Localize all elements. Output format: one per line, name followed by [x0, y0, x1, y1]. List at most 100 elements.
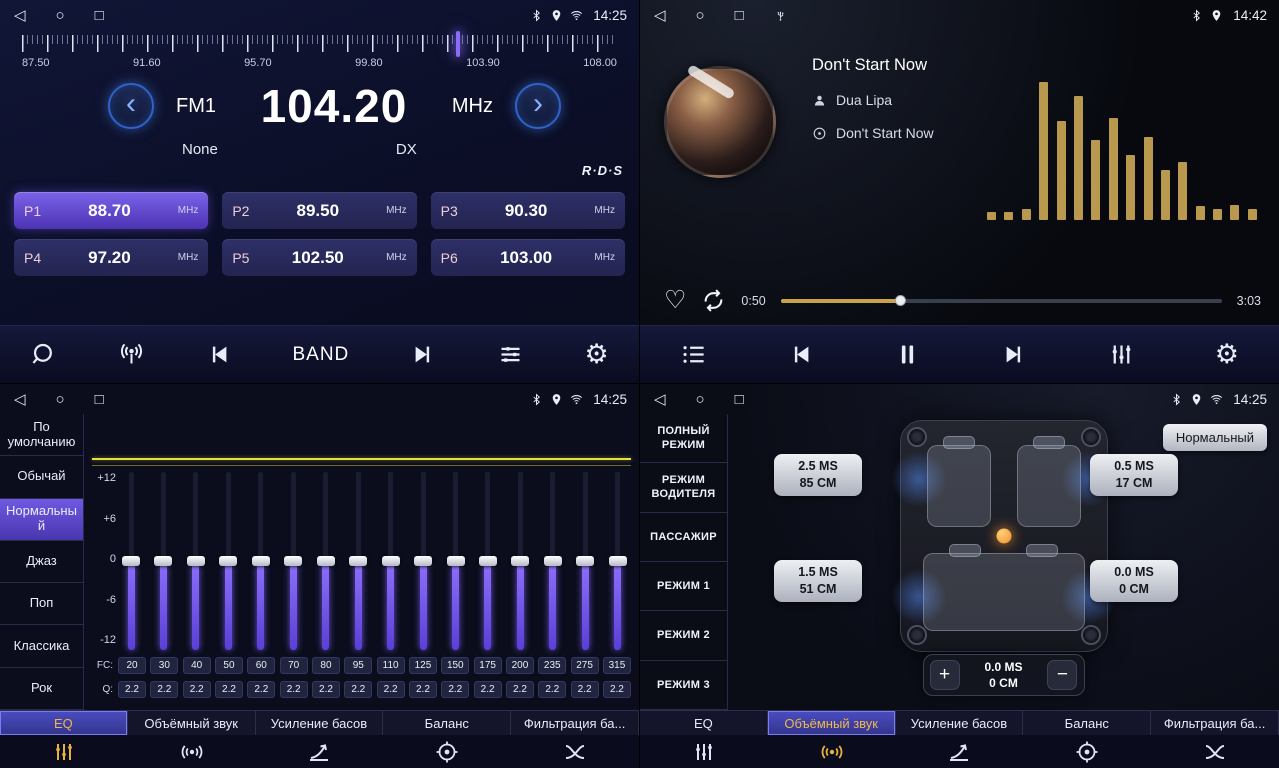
eq-slider-handle[interactable] — [219, 556, 237, 566]
home-button[interactable]: ○ — [56, 7, 65, 24]
tab-eq[interactable]: EQ — [640, 711, 768, 735]
previous-station-icon[interactable] — [205, 341, 232, 368]
balance-icon[interactable] — [383, 740, 511, 764]
back-button[interactable]: ◁ — [14, 6, 26, 24]
progress-bar[interactable] — [781, 299, 1222, 303]
eq-band-slider[interactable] — [248, 472, 274, 650]
eq-band-slider[interactable] — [215, 472, 241, 650]
tab-crossover-filter[interactable]: Фильтрация ба... — [511, 711, 639, 735]
sound-mode-item[interactable]: РЕЖИМ 2 — [640, 611, 727, 660]
band-button[interactable]: BAND — [292, 344, 349, 366]
home-button[interactable]: ○ — [696, 391, 705, 408]
eq-slider-handle[interactable] — [576, 556, 594, 566]
rear-left-delay-chip[interactable]: 1.5 MS 51 CM — [774, 560, 862, 602]
delay-decrease-button[interactable]: − — [1047, 660, 1077, 690]
eq-preset-item[interactable]: По умолчанию — [0, 414, 83, 456]
recents-button[interactable]: □ — [95, 7, 104, 24]
surround-sound-icon[interactable] — [128, 740, 256, 764]
radio-preset-p2[interactable]: P289.50MHz — [222, 192, 416, 229]
pause-icon[interactable] — [894, 341, 921, 368]
repeat-mode-icon[interactable] — [701, 288, 726, 313]
tune-up-button[interactable]: › — [515, 83, 561, 129]
sound-mode-item[interactable]: ПОЛНЫЙ РЕЖИМ — [640, 414, 727, 463]
rear-left-speaker-icon[interactable] — [907, 625, 927, 645]
front-left-delay-chip[interactable]: 2.5 MS 85 CM — [774, 454, 862, 496]
radio-preset-p1[interactable]: P188.70MHz — [14, 192, 208, 229]
eq-band-slider[interactable] — [150, 472, 176, 650]
settings-gear-icon[interactable]: ⚙ — [1215, 341, 1239, 368]
sound-mode-item[interactable]: РЕЖИМ ВОДИТЕЛЯ — [640, 463, 727, 512]
audio-settings-icon[interactable] — [497, 341, 524, 368]
tune-down-button[interactable]: ‹ — [108, 83, 154, 129]
recents-button[interactable]: □ — [95, 391, 104, 408]
equalizer-mixer-icon[interactable] — [1108, 341, 1135, 368]
eq-band-slider[interactable] — [280, 472, 306, 650]
eq-slider-handle[interactable] — [414, 556, 432, 566]
front-right-delay-chip[interactable]: 0.5 MS 17 CM — [1090, 454, 1178, 496]
back-button[interactable]: ◁ — [654, 6, 666, 24]
eq-band-slider[interactable] — [183, 472, 209, 650]
rear-right-speaker-icon[interactable] — [1081, 625, 1101, 645]
bass-boost-icon[interactable] — [256, 740, 384, 764]
tab-bass-boost[interactable]: Усиление басов — [896, 711, 1024, 735]
playlist-icon[interactable] — [680, 341, 707, 368]
eq-slider-handle[interactable] — [154, 556, 172, 566]
sound-mode-item[interactable]: РЕЖИМ 1 — [640, 562, 727, 611]
radio-preset-p5[interactable]: P5102.50MHz — [222, 239, 416, 276]
back-button[interactable]: ◁ — [654, 390, 666, 408]
next-station-icon[interactable] — [410, 341, 437, 368]
tab-bass-boost[interactable]: Усиление басов — [256, 711, 384, 735]
eq-preset-item[interactable]: Классика — [0, 625, 83, 667]
eq-preset-item[interactable]: Рок — [0, 668, 83, 710]
eq-slider-handle[interactable] — [511, 556, 529, 566]
balance-icon[interactable] — [1023, 740, 1151, 764]
tuner-scale[interactable]: 87.5091.6095.7099.80103.90108.00 — [0, 35, 639, 69]
eq-band-slider[interactable] — [443, 472, 469, 650]
back-button[interactable]: ◁ — [14, 390, 26, 408]
eq-sliders-icon[interactable] — [0, 740, 128, 764]
eq-band-slider[interactable] — [313, 472, 339, 650]
eq-band-slider[interactable] — [345, 472, 371, 650]
tab-balance[interactable]: Баланс — [1023, 711, 1151, 735]
delay-increase-button[interactable]: + — [930, 660, 960, 690]
next-track-icon[interactable] — [1001, 341, 1028, 368]
recents-button[interactable]: □ — [735, 391, 744, 408]
tab-surround-sound[interactable]: Объёмный звук — [768, 711, 896, 735]
eq-preset-item[interactable]: Обычай — [0, 456, 83, 498]
eq-preset-item[interactable]: Поп — [0, 583, 83, 625]
tab-eq[interactable]: EQ — [0, 711, 128, 735]
eq-preset-item[interactable]: Джаз — [0, 541, 83, 583]
eq-band-slider[interactable] — [540, 472, 566, 650]
eq-band-slider[interactable] — [118, 472, 144, 650]
eq-band-slider[interactable] — [378, 472, 404, 650]
crossover-filter-icon[interactable] — [1151, 740, 1279, 764]
eq-slider-handle[interactable] — [479, 556, 497, 566]
eq-band-slider[interactable] — [410, 472, 436, 650]
eq-slider-handle[interactable] — [317, 556, 335, 566]
eq-sliders-icon[interactable] — [640, 740, 768, 764]
eq-band-slider[interactable] — [572, 472, 598, 650]
tab-surround-sound[interactable]: Объёмный звук — [128, 711, 256, 735]
scan-search-icon[interactable] — [30, 341, 57, 368]
eq-band-slider[interactable] — [507, 472, 533, 650]
rear-right-delay-chip[interactable]: 0.0 MS 0 CM — [1090, 560, 1178, 602]
eq-slider-handle[interactable] — [187, 556, 205, 566]
home-button[interactable]: ○ — [56, 391, 65, 408]
eq-slider-handle[interactable] — [609, 556, 627, 566]
radio-preset-p3[interactable]: P390.30MHz — [431, 192, 625, 229]
tuner-needle[interactable] — [456, 31, 460, 57]
crossover-filter-icon[interactable] — [511, 740, 639, 764]
eq-slider-handle[interactable] — [382, 556, 400, 566]
eq-slider-handle[interactable] — [544, 556, 562, 566]
radio-preset-p6[interactable]: P6103.00MHz — [431, 239, 625, 276]
listening-position-dot[interactable] — [996, 529, 1011, 544]
home-button[interactable]: ○ — [696, 7, 705, 24]
tab-balance[interactable]: Баланс — [383, 711, 511, 735]
bass-boost-icon[interactable] — [896, 740, 1024, 764]
profile-badge[interactable]: Нормальный — [1163, 424, 1267, 451]
settings-gear-icon[interactable]: ⚙ — [585, 341, 609, 368]
radio-preset-p4[interactable]: P497.20MHz — [14, 239, 208, 276]
favorite-heart-icon[interactable]: ♡ — [664, 288, 686, 313]
eq-slider-handle[interactable] — [349, 556, 367, 566]
eq-band-slider[interactable] — [475, 472, 501, 650]
